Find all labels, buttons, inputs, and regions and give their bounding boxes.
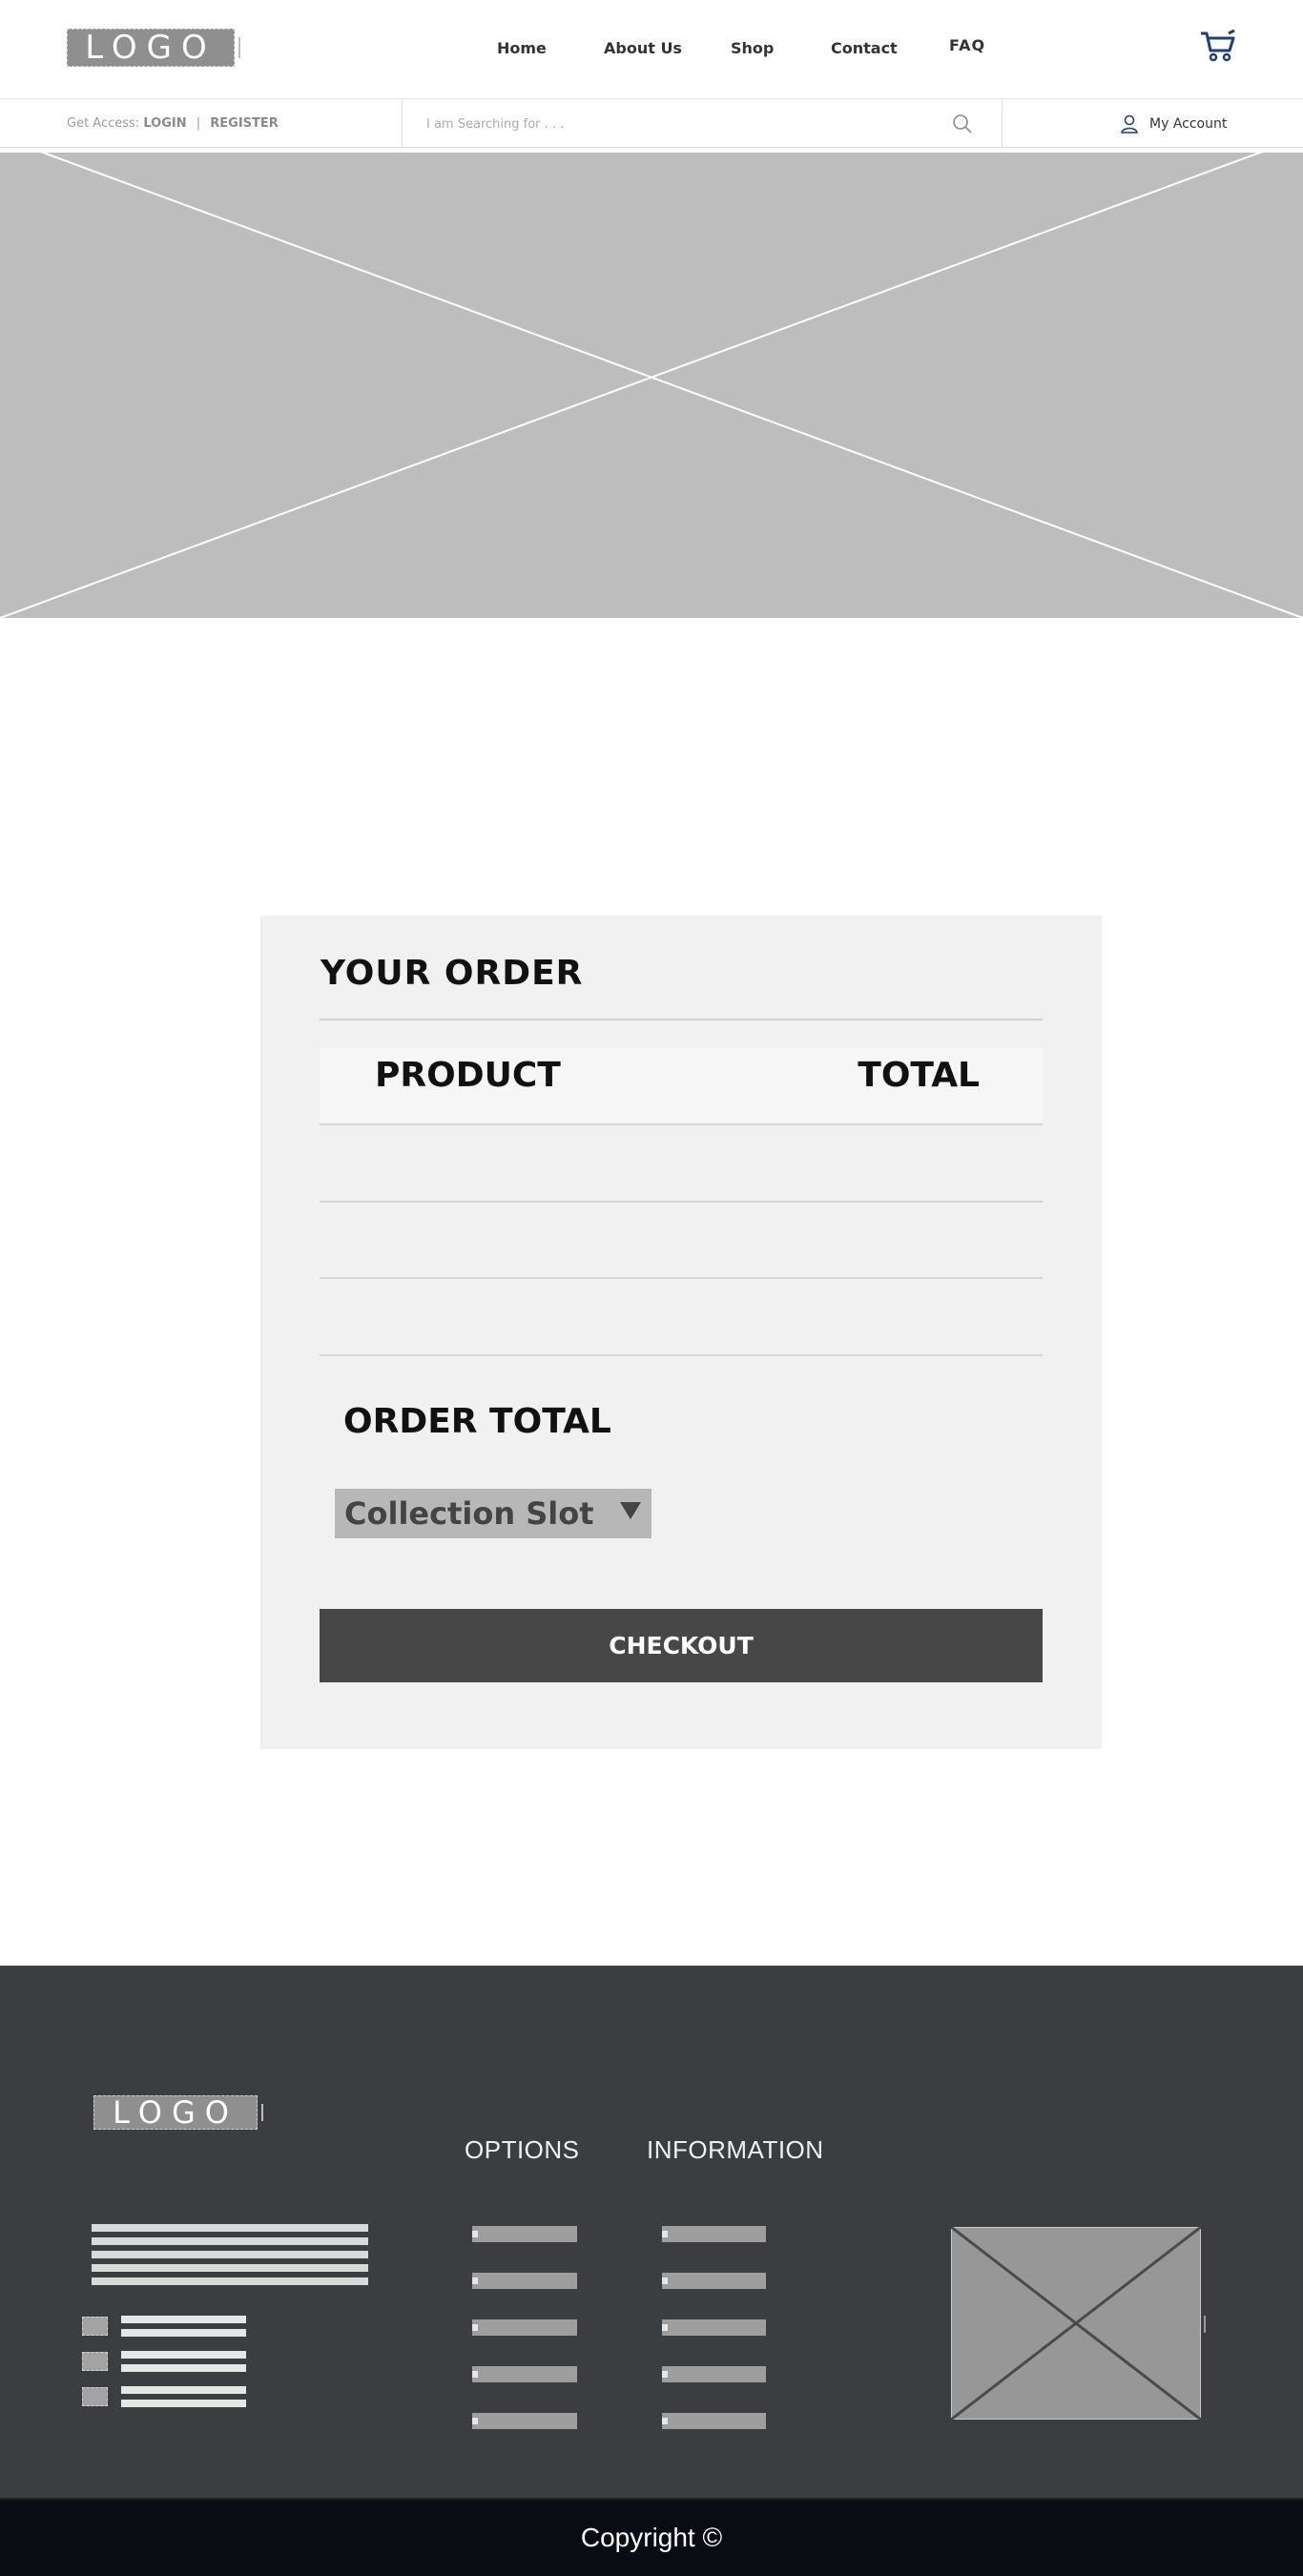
contact-item [82, 2351, 246, 2372]
information-link[interactable] [662, 2413, 766, 2429]
options-link[interactable] [472, 2413, 577, 2429]
nav-contact[interactable]: Contact [831, 39, 898, 57]
nav-shop[interactable]: Shop [731, 39, 774, 57]
information-link[interactable] [662, 2319, 766, 2336]
nav-faq[interactable]: FAQ [949, 36, 985, 54]
search-input[interactable] [426, 113, 922, 134]
order-summary-card: YOUR ORDER PRODUCT TOTAL ORDER TOTAL Col… [260, 916, 1102, 1749]
text-line-placeholder [121, 2364, 246, 2372]
register-link[interactable]: REGISTER [210, 116, 279, 131]
information-link[interactable] [662, 2273, 766, 2289]
text-line-placeholder [92, 2224, 368, 2232]
footer-options-heading: OPTIONS [465, 2135, 580, 2164]
site-footer: LOGO OPTIONS INFORMATION [0, 1966, 1303, 2498]
information-link[interactable] [662, 2226, 766, 2242]
checkout-button[interactable]: CHECKOUT [320, 1609, 1043, 1682]
text-line-placeholder [121, 2329, 246, 2337]
options-link[interactable] [472, 2319, 577, 2336]
information-link[interactable] [662, 2366, 766, 2382]
table-row-divider [320, 1123, 1043, 1125]
site-header: LOGO Home About Us Shop Contact FAQ [0, 0, 1303, 99]
text-line-placeholder [92, 2277, 368, 2285]
image-cursor [1204, 2316, 1206, 2333]
logo-text: LOGO [113, 2094, 238, 2131]
copyright-bar: Copyright © [0, 2498, 1303, 2576]
table-row-divider [320, 1201, 1043, 1203]
access-separator: | [196, 116, 201, 131]
order-title: YOUR ORDER [321, 954, 584, 993]
copyright-text: Copyright © [580, 2523, 723, 2552]
options-link[interactable] [472, 2366, 577, 2382]
column-header-product: PRODUCT [375, 1056, 561, 1095]
order-table-header: PRODUCT TOTAL [320, 1048, 1043, 1123]
options-link[interactable] [472, 2273, 577, 2289]
contact-icon-placeholder [82, 2317, 108, 2336]
nav-about-us[interactable]: About Us [604, 39, 682, 57]
contact-item [82, 2316, 246, 2337]
footer-about-text-placeholder [92, 2224, 368, 2291]
contact-lines [108, 2386, 246, 2407]
hero-image-placeholder [0, 151, 1303, 618]
search-icon[interactable] [952, 113, 973, 134]
cart-icon[interactable] [1200, 30, 1236, 62]
collection-slot-label: Collection Slot [344, 1495, 594, 1532]
nav-home[interactable]: Home [497, 39, 547, 57]
column-header-total: TOTAL [858, 1056, 980, 1095]
table-row-divider [320, 1354, 1043, 1356]
contact-icon-placeholder [82, 2387, 108, 2406]
divider [320, 1019, 1043, 1020]
text-line-placeholder [92, 2251, 368, 2258]
order-total-label: ORDER TOTAL [343, 1402, 611, 1441]
contact-lines [108, 2351, 246, 2372]
divider [1002, 100, 1003, 148]
my-account-link[interactable]: My Account [1121, 113, 1227, 134]
contact-icon-placeholder [82, 2352, 108, 2371]
text-line-placeholder [121, 2400, 246, 2407]
top-utility-bar: Get Access: LOGIN | REGISTER My Account [0, 100, 1303, 148]
access-prefix: Get Access: [67, 116, 140, 131]
divider [402, 100, 403, 148]
footer-image-placeholder [951, 2227, 1201, 2420]
text-line-placeholder [121, 2386, 246, 2394]
options-link[interactable] [472, 2226, 577, 2242]
contact-item [82, 2386, 246, 2407]
chevron-down-icon [620, 1502, 641, 1519]
login-link[interactable]: LOGIN [143, 116, 186, 131]
text-line-placeholder [92, 2237, 368, 2245]
logo-cursor [261, 2104, 263, 2121]
access-links: Get Access: LOGIN | REGISTER [67, 116, 279, 131]
footer-information-heading: INFORMATION [647, 2135, 824, 2164]
footer-logo[interactable]: LOGO [93, 2094, 263, 2131]
page: LOGO Home About Us Shop Contact FAQ Get … [0, 0, 1303, 2576]
table-row-divider [320, 1277, 1043, 1279]
contact-lines [108, 2316, 246, 2337]
main-nav: Home About Us Shop Contact FAQ [0, 36, 1303, 63]
collection-slot-select[interactable]: Collection Slot [335, 1489, 652, 1538]
text-line-placeholder [121, 2316, 246, 2323]
text-line-placeholder [121, 2351, 246, 2359]
text-line-placeholder [92, 2264, 368, 2272]
my-account-label: My Account [1149, 116, 1228, 132]
user-icon [1121, 114, 1138, 134]
